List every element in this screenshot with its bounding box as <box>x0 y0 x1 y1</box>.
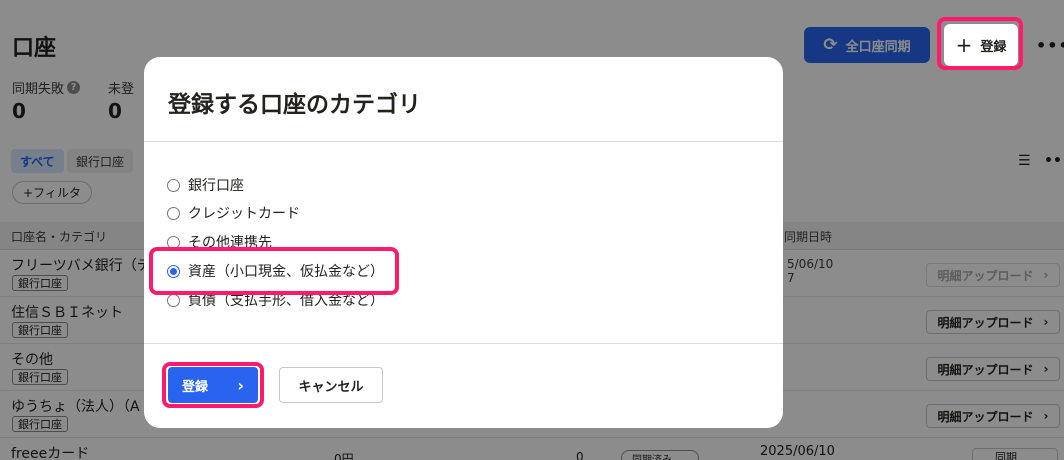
radio-button[interactable] <box>167 293 180 307</box>
highlight-submit-button <box>162 362 264 408</box>
divider <box>144 343 783 344</box>
radio-button[interactable] <box>167 178 180 192</box>
highlight-asset-option <box>149 247 399 295</box>
option-label: 銀行口座 <box>188 178 244 194</box>
cancel-button[interactable]: キャンセル <box>279 367 383 403</box>
highlight-register-button <box>937 17 1023 70</box>
option-bank-account[interactable]: 銀行口座 <box>167 175 244 195</box>
option-label: クレジットカード <box>188 206 300 222</box>
divider <box>144 141 783 142</box>
option-credit-card[interactable]: クレジットカード <box>167 203 300 223</box>
radio-button[interactable] <box>167 206 180 220</box>
modal-title: 登録する口座のカテゴリ <box>168 92 421 118</box>
